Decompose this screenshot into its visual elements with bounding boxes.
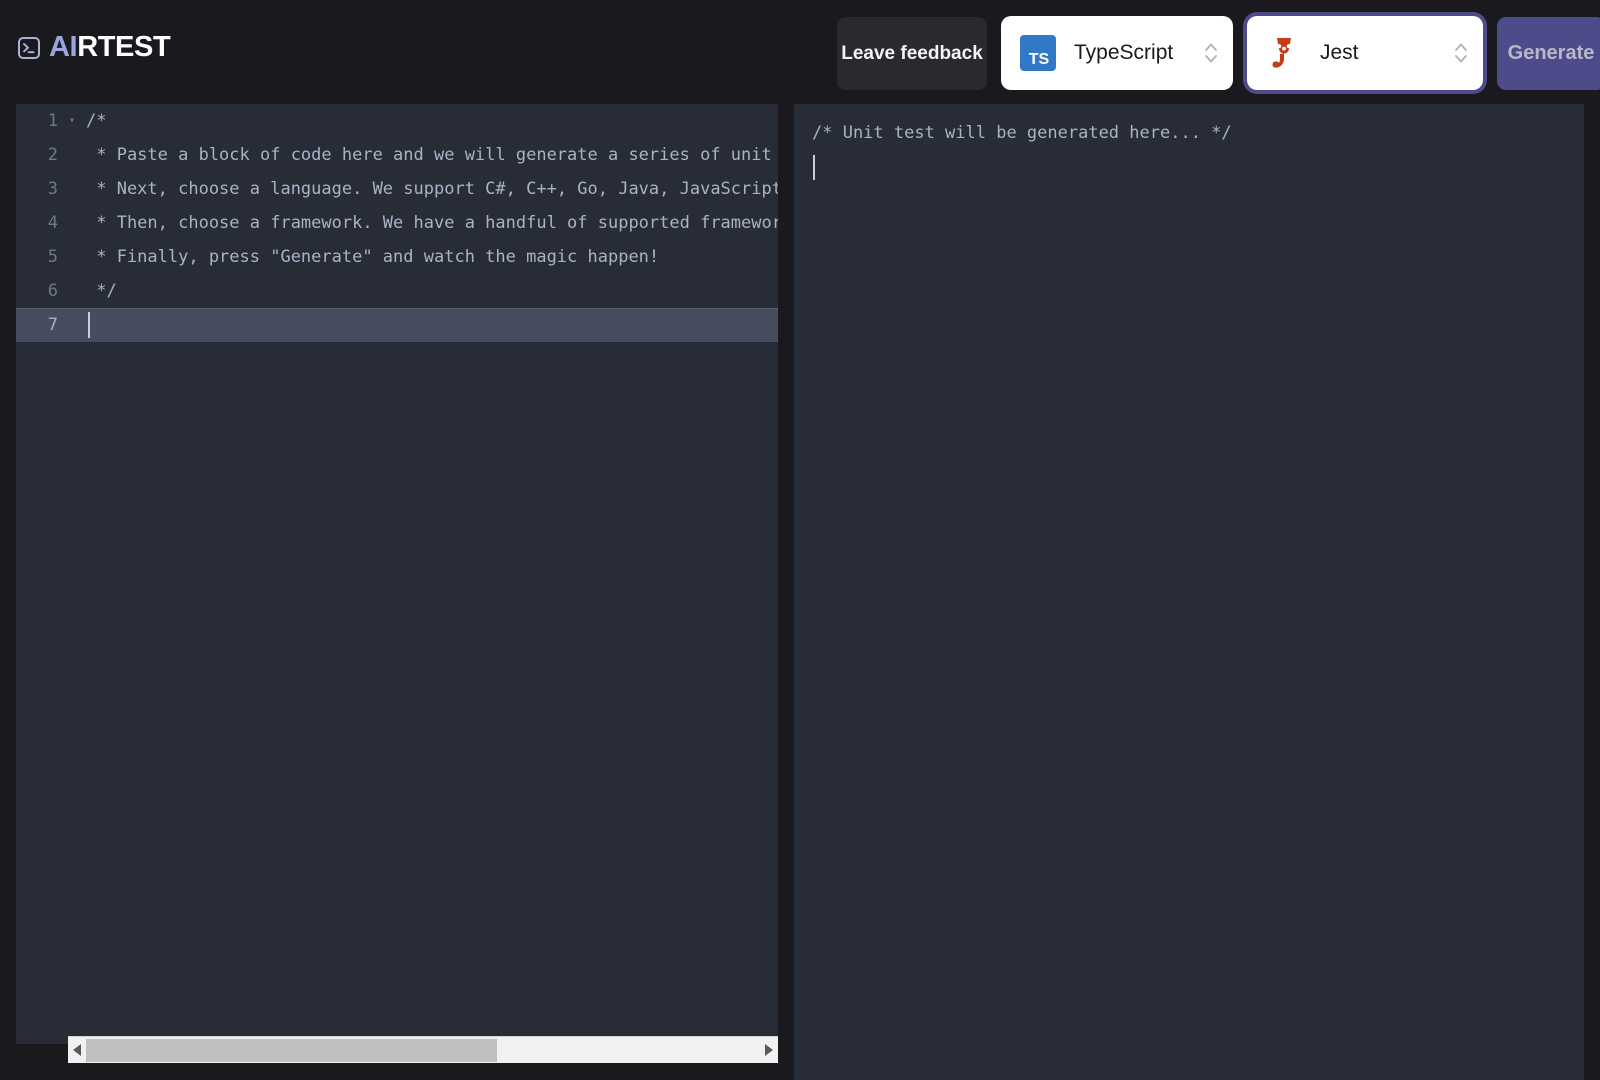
language-select[interactable]: TS TypeScript [1001,16,1233,90]
framework-select[interactable]: Jest [1247,16,1483,90]
code-line[interactable]: 2 * Paste a block of code here and we wi… [16,138,778,172]
code-line-text: * Paste a block of code here and we will… [80,138,778,172]
brand-title-ai: AI [49,31,77,63]
code-line-text: * Then, choose a framework. We have a ha… [80,206,778,240]
fold-arrow-icon[interactable]: ▾ [64,104,80,138]
app-root: AIRTEST Leave feedback TS TypeScript [0,0,1600,1080]
text-caret [88,312,90,338]
jest-logo [1265,34,1303,72]
code-line[interactable]: 5 * Finally, press "Generate" and watch … [16,240,778,274]
line-number: 7 [16,308,64,342]
generated-code-line[interactable] [804,150,1584,184]
leave-feedback-button[interactable]: Leave feedback [837,17,987,90]
generate-button[interactable]: Generate [1497,17,1600,90]
chevron-updown-icon [1453,38,1469,68]
code-line-text: */ [80,274,778,308]
line-number: 2 [16,138,64,172]
code-line[interactable]: 3 * Next, choose a language. We support … [16,172,778,206]
brand-logo: AIRTEST [18,33,170,62]
generated-test-lines[interactable]: /* Unit test will be generated here... *… [794,104,1584,184]
text-caret [813,155,815,180]
horizontal-scrollbar[interactable] [68,1036,778,1063]
terminal-icon [18,37,40,59]
generated-test-editor[interactable]: /* Unit test will be generated here... *… [794,104,1584,1080]
brand-title-rest: RTEST [77,31,170,63]
scrollbar-thumb[interactable] [86,1039,497,1062]
code-line[interactable]: 1▾/* [16,104,778,138]
scroll-right-arrow-icon[interactable] [760,1037,778,1063]
language-select-value: TypeScript [1074,41,1203,65]
code-line-text: * Finally, press "Generate" and watch th… [80,240,778,274]
generated-code-line[interactable]: /* Unit test will be generated here... *… [804,116,1584,150]
typescript-logo: TS [1019,34,1057,72]
line-number: 6 [16,274,64,308]
line-number: 4 [16,206,64,240]
code-line[interactable]: 6 */ [16,274,778,308]
scroll-left-arrow-icon[interactable] [68,1037,86,1063]
brand-title: AIRTEST [49,33,170,62]
chevron-updown-icon [1203,38,1219,68]
code-line-text: * Next, choose a language. We support C#… [80,172,778,206]
framework-select-value: Jest [1320,41,1453,65]
source-code-lines[interactable]: 1▾/*2 * Paste a block of code here and w… [16,104,778,1044]
svg-text:TS: TS [1029,51,1050,68]
code-line[interactable]: 7 [16,308,778,342]
code-line-text: /* [80,104,778,138]
line-number: 1 [16,104,64,138]
scrollbar-track[interactable] [86,1037,760,1063]
app-header: AIRTEST Leave feedback TS TypeScript [0,0,1600,103]
source-code-editor[interactable]: 1▾/*2 * Paste a block of code here and w… [16,104,778,1044]
line-number: 5 [16,240,64,274]
code-line[interactable]: 4 * Then, choose a framework. We have a … [16,206,778,240]
line-number: 3 [16,172,64,206]
header-actions: Leave feedback TS TypeScript [837,14,1600,90]
